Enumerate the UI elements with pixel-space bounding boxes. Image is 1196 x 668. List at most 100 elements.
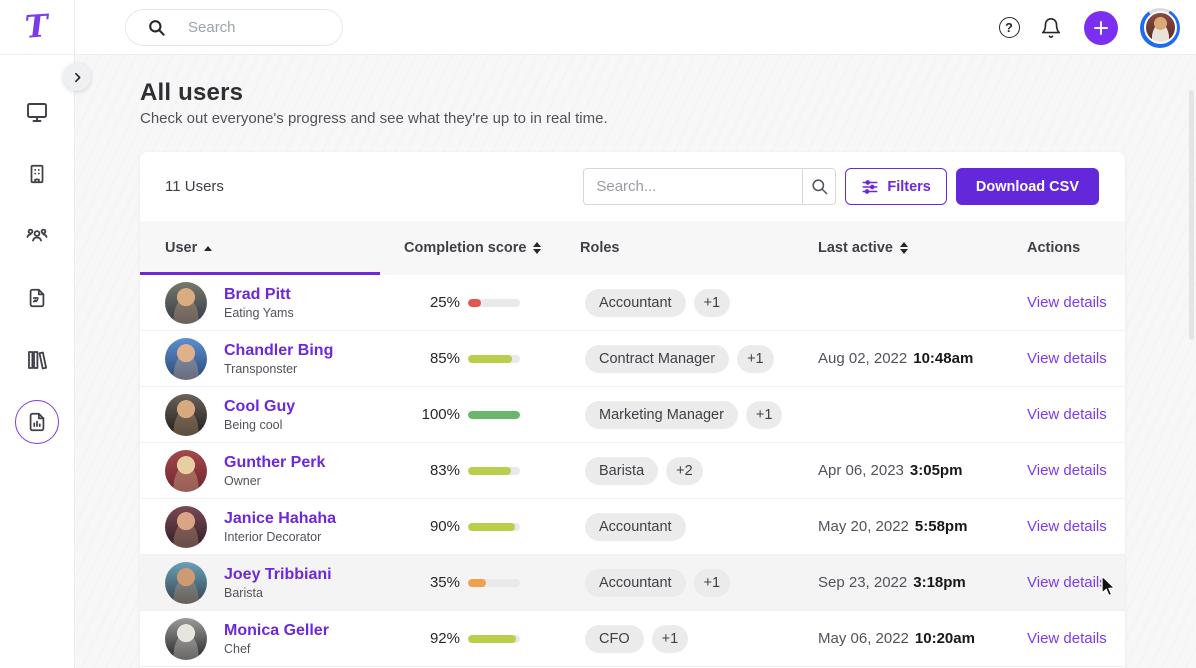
progress-bar-fill xyxy=(468,579,486,587)
column-header-user[interactable]: User xyxy=(165,240,404,256)
view-details-link[interactable]: View details xyxy=(1027,518,1107,535)
sidebar-item-people[interactable] xyxy=(15,214,59,258)
extra-roles-pill[interactable]: +2 xyxy=(666,457,703,485)
table-controls: Filters Download CSV xyxy=(583,168,1099,205)
last-active-time: 3:05pm xyxy=(910,462,963,479)
main-content: All users Check out everyone's progress … xyxy=(75,55,1196,668)
user-subtitle: Being cool xyxy=(224,418,295,432)
table-row[interactable]: Joey Tribbiani Barista 35% Accountant+1 … xyxy=(140,555,1125,611)
download-csv-button[interactable]: Download CSV xyxy=(956,168,1099,205)
user-name-link[interactable]: Gunther Perk xyxy=(224,454,325,472)
sidebar-item-organization[interactable] xyxy=(15,152,59,196)
completion-score-cell: 92% xyxy=(404,630,580,647)
roles-cell: Marketing Manager +1 xyxy=(580,401,818,429)
page-scrollbar[interactable] xyxy=(1189,90,1194,340)
topbar: T ? xyxy=(0,0,1196,55)
global-search[interactable] xyxy=(125,9,343,46)
profile-avatar[interactable] xyxy=(1140,8,1180,48)
sidebar-item-library[interactable] xyxy=(15,338,59,382)
user-subtitle: Transponster xyxy=(224,362,333,376)
user-cell: Janice Hahaha Interior Decorator xyxy=(165,506,404,548)
sidebar-item-contracts[interactable] xyxy=(15,276,59,320)
role-pill: Contract Manager xyxy=(585,345,729,373)
notifications-button[interactable] xyxy=(1038,15,1064,41)
table-search[interactable] xyxy=(583,168,836,205)
sidebar-nav xyxy=(0,55,74,462)
last-active-time: 3:18pm xyxy=(913,574,966,591)
column-header-completion-score[interactable]: Completion score xyxy=(404,240,580,256)
table-row[interactable]: Chandler Bing Transponster 85% Contract … xyxy=(140,331,1125,387)
extra-roles-pill[interactable]: +1 xyxy=(652,625,689,653)
last-active-date: Apr 06, 2023 xyxy=(818,462,904,479)
user-name-link[interactable]: Monica Geller xyxy=(224,622,329,640)
user-subtitle: Eating Yams xyxy=(224,306,294,320)
table-row[interactable]: Brad Pitt Eating Yams 25% Accountant+1 V… xyxy=(140,275,1125,331)
extra-roles-pill[interactable]: +1 xyxy=(746,401,783,429)
user-name-link[interactable]: Cool Guy xyxy=(224,398,295,416)
help-button[interactable]: ? xyxy=(996,15,1022,41)
column-header-last-active[interactable]: Last active xyxy=(818,240,1027,256)
last-active-time: 5:58pm xyxy=(915,518,968,535)
user-name-link[interactable]: Brad Pitt xyxy=(224,286,294,304)
sidebar-item-dashboard[interactable] xyxy=(15,90,59,134)
sliders-icon xyxy=(861,178,879,196)
monitor-icon xyxy=(25,100,49,124)
roles-cell: CFO+1 xyxy=(580,625,818,653)
chevron-right-icon xyxy=(71,71,84,84)
table-row[interactable]: Gunther Perk Owner 83% Barista+2 Apr 06,… xyxy=(140,443,1125,499)
table-search-button[interactable] xyxy=(802,169,835,204)
user-name-link[interactable]: Joey Tribbiani xyxy=(224,566,332,584)
user-meta: Brad Pitt Eating Yams xyxy=(224,286,294,320)
last-active-cell: May 06, 202210:20am xyxy=(818,630,1027,647)
avatar xyxy=(165,562,207,604)
sidebar-expand-button[interactable] xyxy=(63,63,91,91)
books-icon xyxy=(25,348,49,372)
table-row[interactable]: Janice Hahaha Interior Decorator 90% Acc… xyxy=(140,499,1125,555)
building-icon xyxy=(26,163,48,185)
user-name-link[interactable]: Chandler Bing xyxy=(224,342,333,360)
extra-roles-pill[interactable]: +1 xyxy=(737,345,774,373)
role-pill: Marketing Manager xyxy=(585,401,738,429)
view-details-link[interactable]: View details xyxy=(1027,630,1107,647)
role-pill: Accountant xyxy=(585,289,686,317)
table-search-input[interactable] xyxy=(584,169,802,204)
view-details-link[interactable]: View details xyxy=(1027,350,1107,367)
view-details-link[interactable]: View details xyxy=(1027,574,1107,591)
filters-button[interactable]: Filters xyxy=(845,168,947,205)
sort-icon xyxy=(900,242,908,254)
progress-bar xyxy=(468,411,520,419)
table-row[interactable]: Monica Geller Chef 92% CFO+1 May 06, 202… xyxy=(140,611,1125,667)
last-active-time: 10:48am xyxy=(913,350,973,367)
view-details-link[interactable]: View details xyxy=(1027,462,1107,479)
view-details-link[interactable]: View details xyxy=(1027,406,1107,423)
role-pill: Accountant xyxy=(585,513,686,541)
view-details-link[interactable]: View details xyxy=(1027,294,1107,311)
roles-cell: Contract Manager +1 xyxy=(580,345,818,373)
avatar xyxy=(165,506,207,548)
logo-glyph: T xyxy=(24,11,49,44)
page-title: All users xyxy=(140,79,243,107)
add-new-button[interactable] xyxy=(1084,11,1118,45)
roles-cell: Accountant +1 xyxy=(580,289,818,317)
progress-bar xyxy=(468,355,520,363)
extra-roles-pill[interactable]: +1 xyxy=(694,569,731,597)
table-row[interactable]: Cool Guy Being cool 100% Marketing Manag… xyxy=(140,387,1125,443)
global-search-input[interactable] xyxy=(188,19,328,36)
extra-roles-pill[interactable]: +1 xyxy=(694,289,731,317)
users-card: 11 Users Filters Download CSV User xyxy=(140,152,1125,668)
completion-score-value: 100% xyxy=(404,406,460,423)
actions-cell: View details xyxy=(1027,574,1125,592)
user-cell: Joey Tribbiani Barista xyxy=(165,562,404,604)
progress-bar xyxy=(468,467,520,475)
column-header-actions: Actions xyxy=(1027,240,1125,256)
user-cell: Chandler Bing Transponster xyxy=(165,338,404,380)
page-subtitle: Check out everyone's progress and see wh… xyxy=(140,110,608,127)
app-logo[interactable]: T xyxy=(0,0,75,55)
last-active-cell xyxy=(818,406,1027,423)
user-subtitle: Interior Decorator xyxy=(224,530,336,544)
progress-bar-fill xyxy=(468,523,515,531)
sidebar-item-reports[interactable] xyxy=(15,400,59,444)
avatar xyxy=(165,282,207,324)
user-name-link[interactable]: Janice Hahaha xyxy=(224,510,336,528)
search-icon xyxy=(147,18,166,37)
